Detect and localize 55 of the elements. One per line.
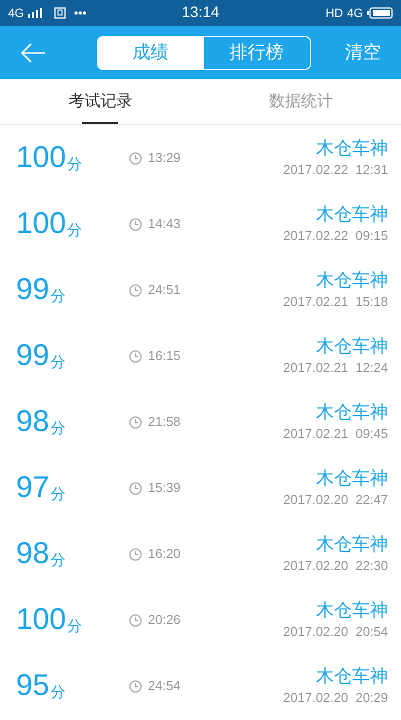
score-unit: 分 — [50, 685, 66, 700]
network-label: 4G — [8, 5, 24, 22]
duration-text: 15:39 — [148, 479, 181, 498]
user-name: 木仓车神 — [316, 203, 388, 226]
score-unit: 分 — [67, 619, 82, 634]
record-date: 2017.02.20 22:30 — [283, 557, 388, 576]
segment-tab[interactable]: 排行榜 — [204, 36, 310, 68]
record-date: 2017.02.21 09:45 — [283, 425, 388, 444]
more-dots: ••• — [74, 5, 87, 22]
record-date: 2017.02.22 09:15 — [283, 227, 388, 246]
score-unit: 分 — [50, 421, 66, 436]
user-name: 木仓车神 — [316, 269, 388, 292]
score-value: 99 — [16, 341, 50, 371]
duration-text: 16:20 — [148, 545, 181, 564]
tab[interactable]: 数据统计 — [200, 79, 401, 124]
record-date: 2017.02.20 20:54 — [283, 623, 388, 642]
score-value: 98 — [16, 539, 50, 569]
user-name: 木仓车神 — [316, 533, 388, 556]
segment-tab[interactable]: 成绩 — [98, 36, 204, 68]
duration-text: 20:26 — [148, 611, 181, 630]
user-name: 木仓车神 — [316, 665, 388, 688]
record-date: 2017.02.21 15:18 — [283, 293, 388, 312]
score-unit: 分 — [67, 223, 82, 238]
record-date: 2017.02.21 12:24 — [283, 359, 388, 378]
status-time: 13:14 — [180, 2, 220, 23]
duration-text: 24:54 — [148, 677, 181, 696]
score-value: 100 — [16, 143, 66, 173]
record-date: 2017.02.20 22:47 — [283, 491, 388, 510]
clear-button[interactable]: 清空 — [345, 39, 381, 66]
user-name: 木仓车神 — [316, 137, 388, 160]
duration-text: 16:15 — [148, 347, 181, 366]
user-name: 木仓车神 — [316, 599, 388, 622]
score-unit: 分 — [50, 355, 66, 370]
record-date: 2017.02.20 20:29 — [283, 689, 388, 708]
duration-text: 21:58 — [148, 413, 181, 432]
duration-text: 13:29 — [148, 149, 181, 168]
duration-text: 24:51 — [148, 281, 181, 300]
score-unit: 分 — [50, 553, 66, 568]
network-label: 4G — [346, 5, 363, 22]
score-unit: 分 — [67, 157, 82, 172]
duration-text: 14:43 — [148, 215, 181, 234]
score-value: 95 — [16, 671, 50, 701]
score-value: 98 — [16, 407, 50, 437]
score-value: 100 — [16, 605, 66, 635]
user-name: 木仓车神 — [316, 467, 388, 490]
score-value: 100 — [16, 209, 66, 239]
score-value: 97 — [16, 473, 50, 503]
hd-label: HD — [326, 5, 343, 22]
score-value: 99 — [16, 275, 50, 305]
tab[interactable]: 考试记录 — [0, 79, 200, 124]
score-unit: 分 — [50, 487, 66, 502]
user-name: 木仓车神 — [316, 335, 388, 358]
user-name: 木仓车神 — [316, 401, 388, 424]
score-unit: 分 — [50, 289, 66, 304]
record-date: 2017.02.22 12:31 — [283, 161, 388, 180]
